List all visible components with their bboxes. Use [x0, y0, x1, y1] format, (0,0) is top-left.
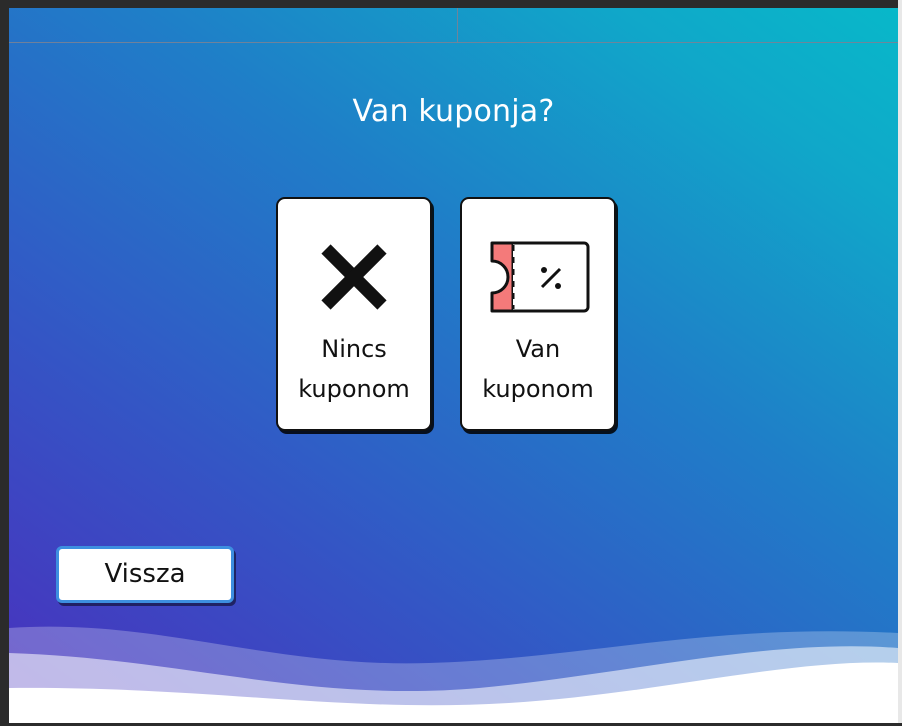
has-coupon-button[interactable]: Van kuponom	[460, 197, 616, 431]
window-top-border	[0, 0, 902, 8]
no-coupon-button[interactable]: Nincs kuponom	[276, 197, 432, 431]
has-coupon-label-line2: kuponom	[482, 375, 594, 403]
header-bar	[9, 8, 898, 43]
no-coupon-label: Nincs kuponom	[278, 329, 430, 409]
back-button[interactable]: Vissza	[56, 546, 234, 603]
no-coupon-label-line1: Nincs	[321, 335, 387, 363]
close-x-icon	[278, 239, 430, 315]
has-coupon-label-line1: Van	[515, 335, 561, 363]
page-title: Van kuponja?	[352, 94, 555, 129]
has-coupon-label: Van kuponom	[462, 329, 614, 409]
no-coupon-label-line2: kuponom	[298, 375, 410, 403]
coupon-ticket-icon	[462, 239, 614, 315]
app-window: Van kuponja? Nincs kuponom Van kuponom V…	[0, 0, 902, 726]
wave-decoration	[9, 626, 898, 723]
window-right-border	[898, 0, 902, 726]
window-left-border	[0, 0, 9, 726]
header-cell-left	[9, 8, 458, 43]
coupon-question-screen: Van kuponja? Nincs kuponom Van kuponom V…	[9, 8, 898, 723]
header-cell-right	[459, 8, 898, 43]
